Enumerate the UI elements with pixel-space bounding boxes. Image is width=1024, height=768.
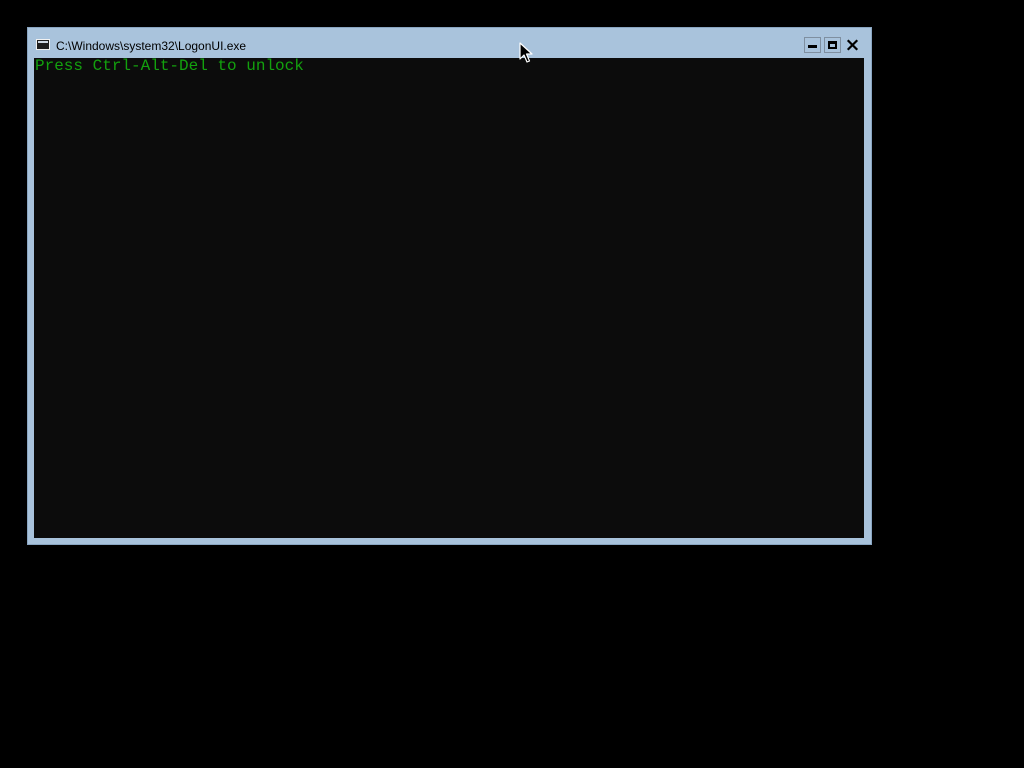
minimize-button[interactable] bbox=[804, 37, 821, 53]
maximize-button[interactable] bbox=[824, 37, 841, 53]
window-title: C:\Windows\system32\LogonUI.exe bbox=[56, 39, 247, 53]
mouse-pointer-icon bbox=[519, 42, 533, 63]
maximize-icon bbox=[828, 41, 837, 49]
console-app-icon[interactable] bbox=[36, 39, 50, 50]
minimize-icon bbox=[808, 45, 817, 48]
close-icon bbox=[846, 39, 859, 51]
console-window[interactable]: C:\Windows\system32\LogonUI.exe Press Ct… bbox=[27, 27, 872, 545]
desktop: C:\Windows\system32\LogonUI.exe Press Ct… bbox=[0, 0, 1024, 768]
console-output-area[interactable]: Press Ctrl-Alt-Del to unlock bbox=[34, 58, 864, 538]
console-line-unlock-prompt: Press Ctrl-Alt-Del to unlock bbox=[35, 57, 304, 75]
close-button[interactable] bbox=[844, 37, 861, 53]
title-bar[interactable]: C:\Windows\system32\LogonUI.exe bbox=[28, 28, 871, 58]
